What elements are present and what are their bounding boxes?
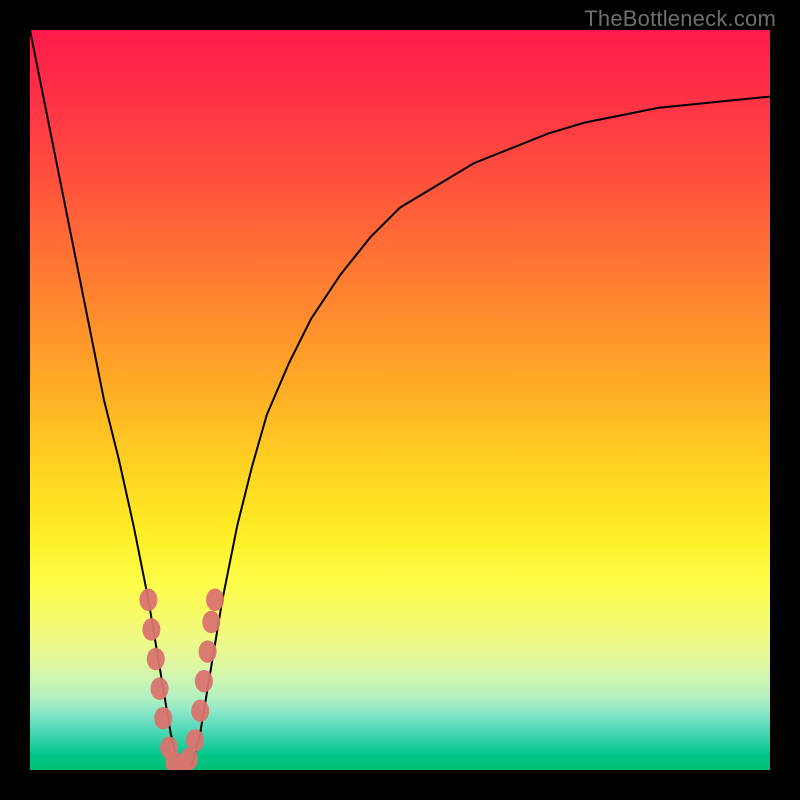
highlighted-points-group: [139, 589, 224, 770]
highlight-dot-9: [186, 729, 204, 752]
highlight-dot-1: [142, 618, 160, 641]
plot-area: [30, 30, 770, 770]
chart-frame: TheBottleneck.com: [0, 0, 800, 800]
highlight-dot-0: [139, 589, 157, 612]
bottleneck-curve: [30, 30, 770, 770]
highlight-dot-4: [154, 707, 172, 730]
highlight-dot-14: [206, 589, 224, 612]
chart-svg: [30, 30, 770, 770]
highlight-dot-12: [199, 640, 217, 663]
watermark-text: TheBottleneck.com: [584, 6, 776, 32]
highlight-dot-13: [202, 611, 220, 634]
highlight-dot-3: [151, 677, 169, 700]
highlight-dot-2: [147, 648, 165, 671]
highlight-dot-11: [195, 670, 213, 693]
highlight-dot-10: [191, 700, 209, 723]
